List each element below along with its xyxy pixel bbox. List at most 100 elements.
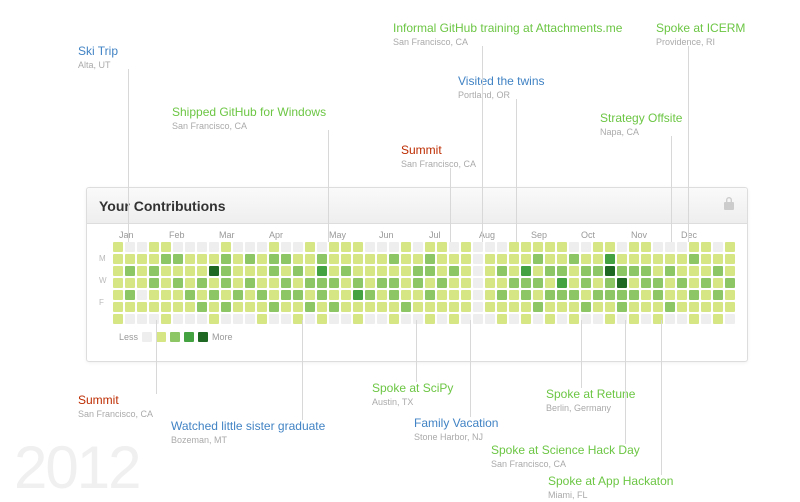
day-cell[interactable] xyxy=(449,254,459,264)
day-cell[interactable] xyxy=(653,302,663,312)
day-cell[interactable] xyxy=(617,266,627,276)
day-cell[interactable] xyxy=(125,302,135,312)
day-cell[interactable] xyxy=(689,266,699,276)
day-cell[interactable] xyxy=(521,314,531,324)
day-cell[interactable] xyxy=(461,278,471,288)
day-cell[interactable] xyxy=(365,302,375,312)
day-cell[interactable] xyxy=(293,254,303,264)
day-cell[interactable] xyxy=(485,242,495,252)
day-cell[interactable] xyxy=(713,302,723,312)
day-cell[interactable] xyxy=(233,254,243,264)
day-cell[interactable] xyxy=(161,254,171,264)
day-cell[interactable] xyxy=(185,254,195,264)
day-cell[interactable] xyxy=(641,266,651,276)
day-cell[interactable] xyxy=(461,254,471,264)
day-cell[interactable] xyxy=(485,266,495,276)
day-cell[interactable] xyxy=(245,278,255,288)
day-cell[interactable] xyxy=(509,314,519,324)
day-cell[interactable] xyxy=(197,266,207,276)
day-cell[interactable] xyxy=(509,242,519,252)
day-cell[interactable] xyxy=(605,314,615,324)
day-cell[interactable] xyxy=(701,290,711,300)
day-cell[interactable] xyxy=(605,242,615,252)
day-cell[interactable] xyxy=(545,314,555,324)
day-cell[interactable] xyxy=(509,302,519,312)
day-cell[interactable] xyxy=(713,314,723,324)
day-cell[interactable] xyxy=(437,266,447,276)
day-cell[interactable] xyxy=(473,254,483,264)
day-cell[interactable] xyxy=(353,278,363,288)
day-cell[interactable] xyxy=(269,242,279,252)
day-cell[interactable] xyxy=(113,242,123,252)
day-cell[interactable] xyxy=(173,266,183,276)
day-cell[interactable] xyxy=(449,314,459,324)
day-cell[interactable] xyxy=(329,314,339,324)
day-cell[interactable] xyxy=(701,254,711,264)
day-cell[interactable] xyxy=(641,290,651,300)
day-cell[interactable] xyxy=(293,302,303,312)
day-cell[interactable] xyxy=(413,302,423,312)
day-cell[interactable] xyxy=(713,254,723,264)
day-cell[interactable] xyxy=(341,242,351,252)
day-cell[interactable] xyxy=(377,266,387,276)
day-cell[interactable] xyxy=(725,242,735,252)
day-cell[interactable] xyxy=(209,242,219,252)
day-cell[interactable] xyxy=(425,314,435,324)
day-cell[interactable] xyxy=(473,242,483,252)
day-cell[interactable] xyxy=(713,278,723,288)
day-cell[interactable] xyxy=(113,278,123,288)
day-cell[interactable] xyxy=(473,302,483,312)
day-cell[interactable] xyxy=(449,290,459,300)
day-cell[interactable] xyxy=(365,314,375,324)
day-cell[interactable] xyxy=(533,278,543,288)
day-cell[interactable] xyxy=(725,290,735,300)
day-cell[interactable] xyxy=(245,290,255,300)
day-cell[interactable] xyxy=(641,302,651,312)
day-cell[interactable] xyxy=(341,314,351,324)
day-cell[interactable] xyxy=(233,290,243,300)
day-cell[interactable] xyxy=(701,278,711,288)
day-cell[interactable] xyxy=(545,290,555,300)
day-cell[interactable] xyxy=(641,254,651,264)
day-cell[interactable] xyxy=(437,302,447,312)
day-cell[interactable] xyxy=(317,242,327,252)
day-cell[interactable] xyxy=(137,242,147,252)
day-cell[interactable] xyxy=(581,278,591,288)
day-cell[interactable] xyxy=(533,290,543,300)
day-cell[interactable] xyxy=(209,290,219,300)
day-cell[interactable] xyxy=(701,266,711,276)
day-cell[interactable] xyxy=(461,242,471,252)
day-cell[interactable] xyxy=(713,242,723,252)
day-cell[interactable] xyxy=(701,242,711,252)
day-cell[interactable] xyxy=(581,314,591,324)
day-cell[interactable] xyxy=(449,302,459,312)
day-cell[interactable] xyxy=(137,314,147,324)
day-cell[interactable] xyxy=(533,266,543,276)
day-cell[interactable] xyxy=(689,278,699,288)
day-cell[interactable] xyxy=(221,242,231,252)
day-cell[interactable] xyxy=(485,314,495,324)
day-cell[interactable] xyxy=(653,254,663,264)
day-cell[interactable] xyxy=(545,242,555,252)
day-cell[interactable] xyxy=(665,254,675,264)
day-cell[interactable] xyxy=(245,302,255,312)
day-cell[interactable] xyxy=(173,254,183,264)
day-cell[interactable] xyxy=(149,266,159,276)
day-cell[interactable] xyxy=(425,242,435,252)
day-cell[interactable] xyxy=(221,290,231,300)
day-cell[interactable] xyxy=(449,278,459,288)
day-cell[interactable] xyxy=(425,254,435,264)
day-cell[interactable] xyxy=(461,290,471,300)
day-cell[interactable] xyxy=(713,266,723,276)
day-cell[interactable] xyxy=(713,290,723,300)
day-cell[interactable] xyxy=(641,242,651,252)
day-cell[interactable] xyxy=(473,314,483,324)
day-cell[interactable] xyxy=(689,290,699,300)
day-cell[interactable] xyxy=(269,314,279,324)
day-cell[interactable] xyxy=(245,254,255,264)
day-cell[interactable] xyxy=(569,266,579,276)
day-cell[interactable] xyxy=(173,290,183,300)
day-cell[interactable] xyxy=(449,266,459,276)
day-cell[interactable] xyxy=(329,254,339,264)
day-cell[interactable] xyxy=(113,290,123,300)
